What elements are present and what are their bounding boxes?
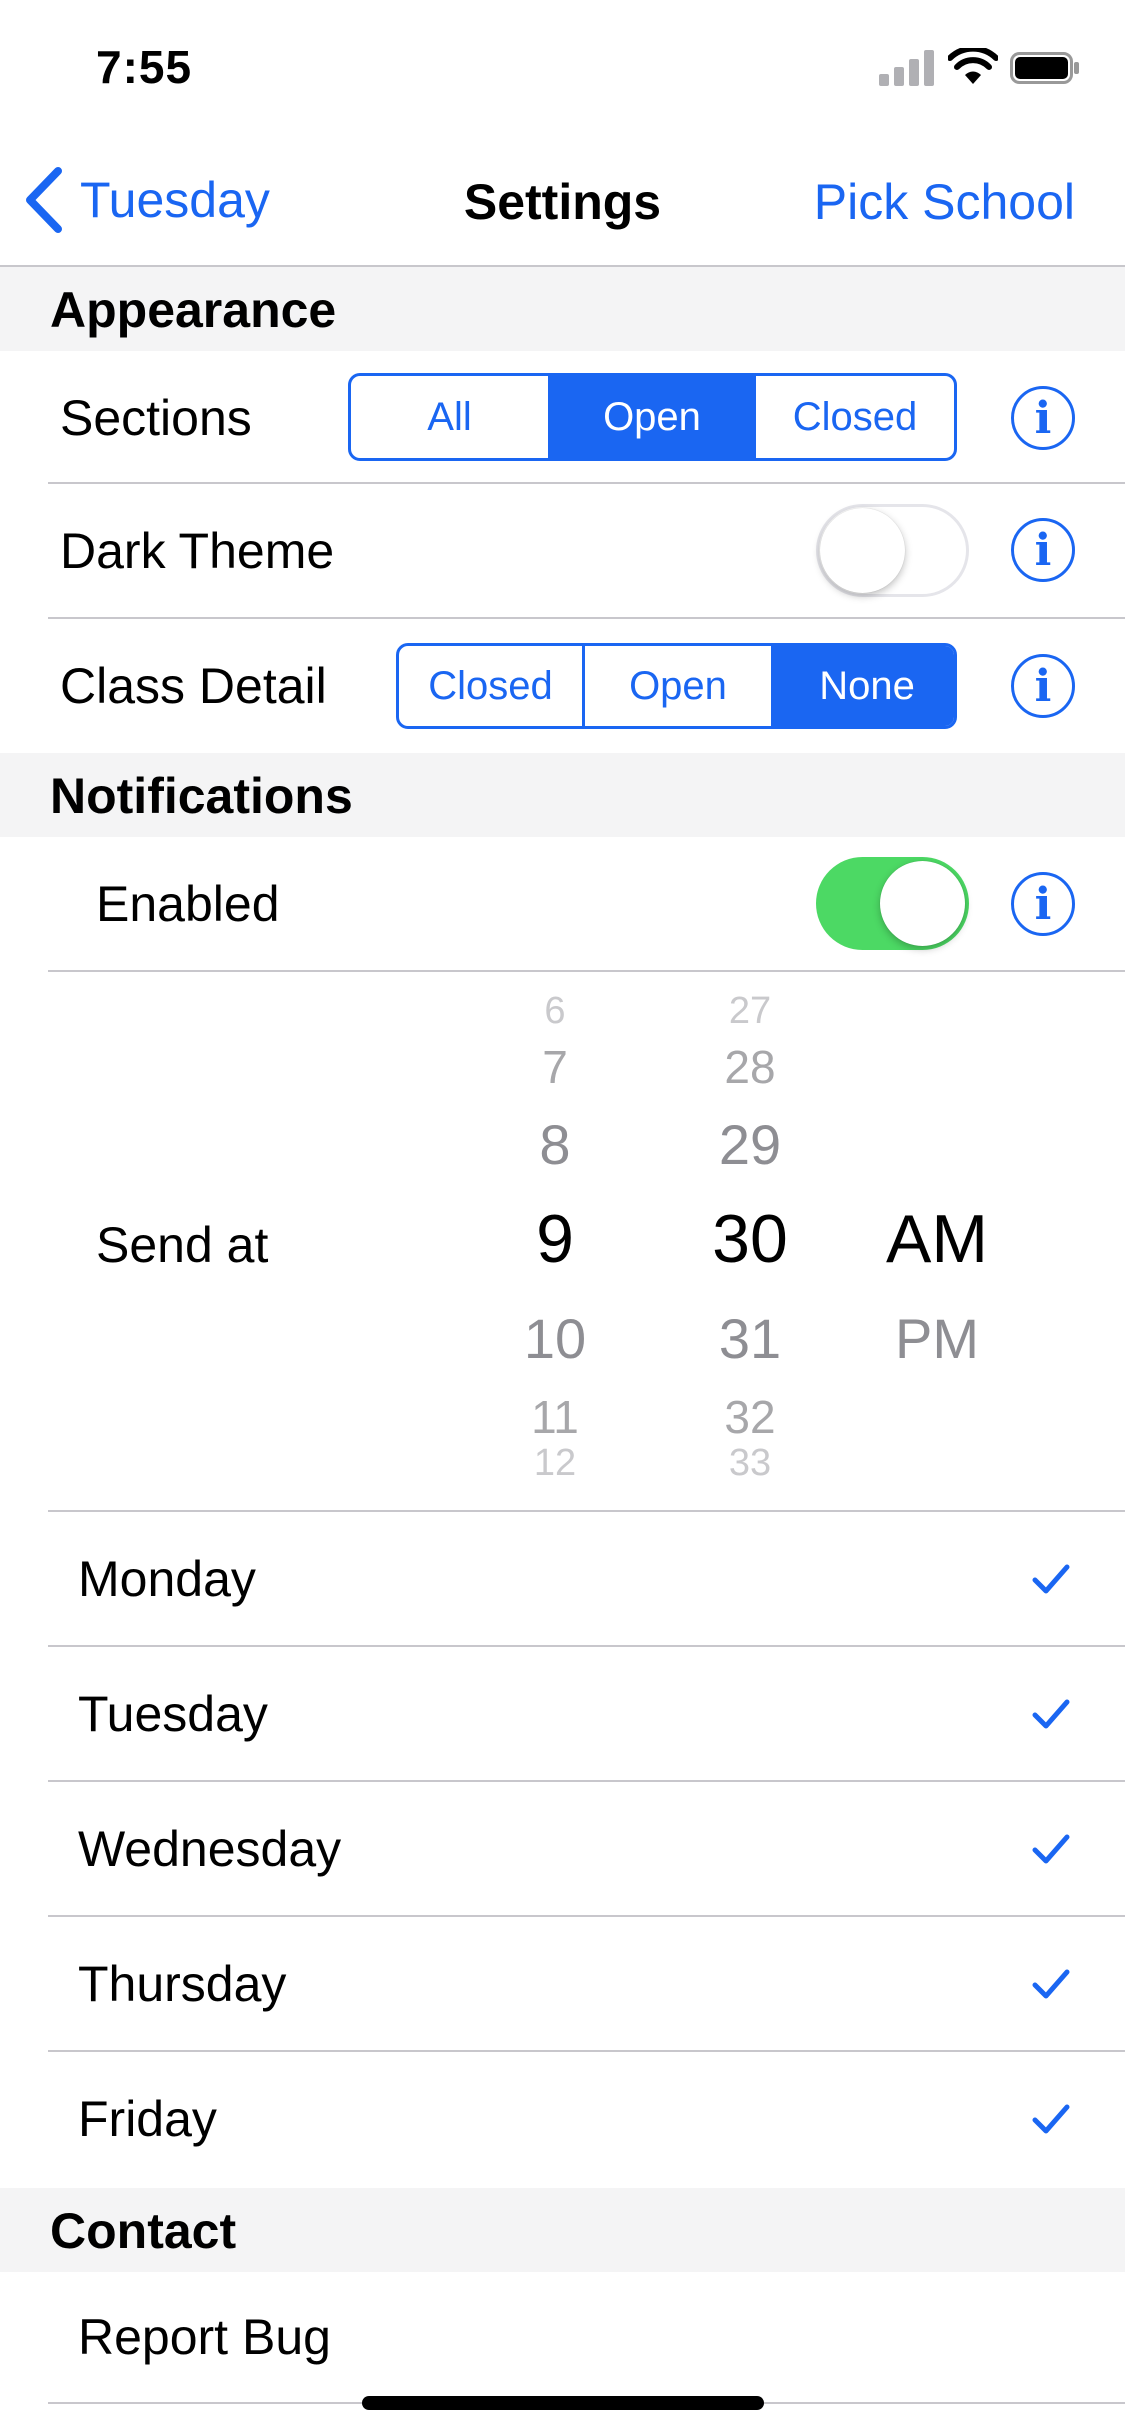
- dark-theme-row: Dark Theme i: [0, 484, 1125, 618]
- battery-icon: [1010, 52, 1079, 84]
- checkmark-icon: [1032, 1969, 1070, 1999]
- sections-option-closed[interactable]: Closed: [753, 376, 954, 458]
- class-detail-label: Class Detail: [60, 658, 327, 714]
- section-title-notifications: Notifications: [50, 768, 353, 824]
- day-row-monday[interactable]: Monday: [0, 1512, 1125, 1646]
- section-header-contact: Contact: [0, 2188, 1125, 2272]
- picker-value: 31: [718, 1307, 782, 1370]
- wifi-icon: [948, 48, 998, 84]
- chevron-left-icon: [26, 167, 62, 233]
- day-label: Tuesday: [78, 1686, 268, 1742]
- day-row-thursday[interactable]: Thursday: [0, 1917, 1125, 2051]
- dark-theme-label: Dark Theme: [60, 523, 335, 579]
- report-bug-row[interactable]: Report Bug: [0, 2272, 1125, 2402]
- picker-selected-minute: 30: [712, 1201, 788, 1277]
- back-button[interactable]: Tuesday: [22, 165, 270, 235]
- sections-segmented-control: All Open Closed: [348, 373, 957, 461]
- section-header-notifications: Notifications: [0, 753, 1125, 837]
- class-detail-info-button[interactable]: i: [1011, 654, 1075, 718]
- dark-theme-toggle[interactable]: [816, 504, 969, 597]
- section-title-contact: Contact: [50, 2203, 237, 2259]
- pick-school-button[interactable]: Pick School: [814, 173, 1075, 231]
- picker-value: 7: [542, 1041, 568, 1093]
- checkmark-icon: [1032, 2104, 1070, 2134]
- period-picker-column[interactable]: AM PM: [862, 972, 1012, 1472]
- info-icon: i: [1034, 661, 1052, 712]
- sections-label: Sections: [60, 390, 252, 446]
- checkmark-icon: [1032, 1699, 1070, 1729]
- picker-value: 10: [523, 1307, 587, 1370]
- status-bar: 7:55: [0, 0, 1125, 135]
- class-detail-row: Class Detail Closed Open None i: [0, 619, 1125, 753]
- status-time: 7:55: [96, 41, 193, 93]
- hour-picker-column[interactable]: 6 7 8 9 10 11 12: [480, 972, 630, 1484]
- sections-option-open[interactable]: Open: [548, 376, 753, 458]
- checkmark-icon: [1032, 1834, 1070, 1864]
- send-at-row: Send at 6 7 8 9 10 11 12 27 28 29 30 31 …: [0, 972, 1125, 1510]
- day-label: Monday: [78, 1551, 256, 1607]
- day-label: Friday: [78, 2091, 217, 2147]
- picker-value: 32: [724, 1391, 776, 1443]
- picker-selected-period: AM: [886, 1201, 988, 1277]
- info-icon: i: [1034, 525, 1052, 576]
- report-bug-label: Report Bug: [78, 2309, 331, 2365]
- navigation-bar: Tuesday Settings Pick School: [0, 135, 1125, 267]
- picker-value: 6: [544, 990, 566, 1032]
- day-row-wednesday[interactable]: Wednesday: [0, 1782, 1125, 1916]
- notifications-enabled-row: Enabled i: [0, 837, 1125, 971]
- day-label: Wednesday: [78, 1821, 342, 1877]
- sections-info-button[interactable]: i: [1011, 386, 1075, 450]
- picker-value: 29: [718, 1113, 782, 1176]
- day-row-friday[interactable]: Friday: [0, 2052, 1125, 2186]
- sections-row: Sections All Open Closed i: [0, 351, 1125, 485]
- checkmark-icon: [1032, 1564, 1070, 1594]
- class-detail-option-open[interactable]: Open: [582, 646, 771, 726]
- picker-value: 8: [539, 1113, 571, 1176]
- back-button-label: Tuesday: [80, 172, 270, 228]
- notifications-info-button[interactable]: i: [1011, 872, 1075, 936]
- toggle-knob: [880, 861, 965, 946]
- toggle-knob: [820, 508, 905, 593]
- picker-value: 27: [728, 990, 772, 1032]
- cellular-signal-icon: [879, 50, 934, 86]
- class-detail-option-closed[interactable]: Closed: [399, 646, 582, 726]
- picker-value: 11: [531, 1391, 579, 1443]
- class-detail-option-none[interactable]: None: [771, 646, 954, 726]
- picker-value: 12: [533, 1442, 577, 1484]
- info-icon: i: [1034, 879, 1052, 930]
- dark-theme-info-button[interactable]: i: [1011, 518, 1075, 582]
- picker-value: 28: [724, 1041, 776, 1093]
- notifications-enabled-label: Enabled: [96, 876, 280, 932]
- notifications-enabled-toggle[interactable]: [816, 857, 969, 950]
- day-label: Thursday: [78, 1956, 287, 2012]
- section-title-appearance: Appearance: [50, 282, 337, 338]
- class-detail-segmented-control: Closed Open None: [396, 643, 957, 729]
- sections-option-all[interactable]: All: [351, 376, 548, 458]
- info-icon: i: [1034, 393, 1052, 444]
- home-indicator[interactable]: [362, 2396, 764, 2410]
- picker-selected-hour: 9: [536, 1201, 574, 1277]
- send-at-label: Send at: [96, 1217, 269, 1273]
- minute-picker-column[interactable]: 27 28 29 30 31 32 33: [675, 972, 825, 1484]
- section-header-appearance: Appearance: [0, 267, 1125, 351]
- picker-value: 33: [728, 1442, 772, 1484]
- picker-value: PM: [895, 1307, 979, 1370]
- day-row-tuesday[interactable]: Tuesday: [0, 1647, 1125, 1781]
